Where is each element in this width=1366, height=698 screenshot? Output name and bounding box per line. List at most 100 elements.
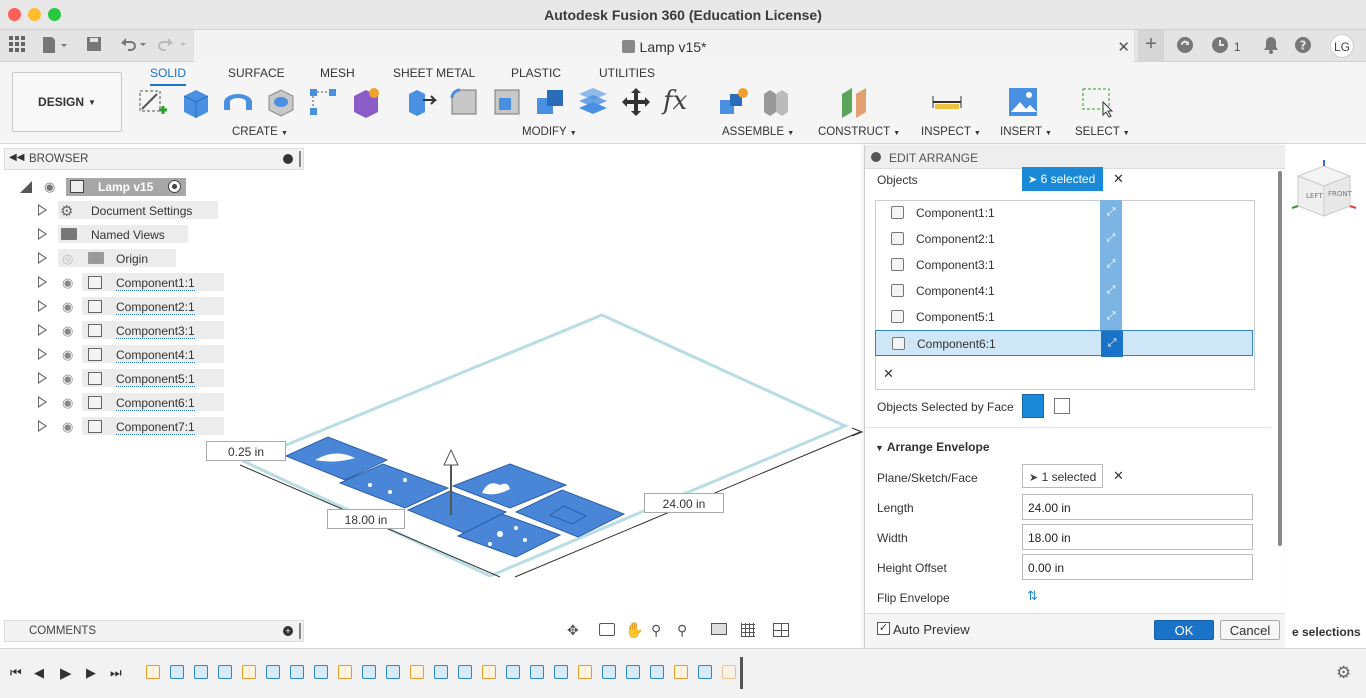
look-at-icon[interactable] <box>599 623 615 636</box>
browser-pin-icon[interactable] <box>299 151 301 167</box>
timeline-feature[interactable] <box>722 665 736 679</box>
modify-menu[interactable]: MODIFY ▼ <box>522 126 577 138</box>
timeline-marker[interactable] <box>740 657 743 689</box>
select-menu[interactable]: SELECT ▼ <box>1075 126 1130 138</box>
expand-icon[interactable] <box>38 396 47 408</box>
comments-bar[interactable]: COMMENTS + <box>4 620 304 642</box>
visibility-eye-icon[interactable]: ◉ <box>62 323 73 339</box>
expand-icon[interactable] <box>38 420 47 432</box>
offset-plane-icon[interactable] <box>840 86 872 118</box>
expand-icon[interactable] <box>38 204 47 216</box>
visibility-eye-icon[interactable]: ◉ <box>62 419 73 435</box>
timeline-feature[interactable] <box>674 665 688 679</box>
timeline-feature[interactable] <box>194 665 208 679</box>
timeline-feature[interactable] <box>626 665 640 679</box>
height-dimension-label[interactable]: 0.25 in <box>206 441 286 461</box>
display-settings-icon[interactable] <box>711 623 727 635</box>
zoom-icon[interactable]: ⚲ <box>651 622 661 639</box>
auto-preview-checkbox[interactable]: ✓ <box>877 622 890 635</box>
fillet-icon[interactable] <box>448 86 480 118</box>
collapse-triangle-icon[interactable] <box>20 181 32 193</box>
visibility-eye-icon[interactable]: ◉ <box>62 275 73 291</box>
shell-icon[interactable] <box>491 86 523 118</box>
workspace-switcher[interactable]: DESIGN ▼ <box>12 72 122 132</box>
by-face-off-button[interactable] <box>1054 398 1070 414</box>
step-forward-icon[interactable]: ▶ <box>86 665 96 681</box>
app-grid-icon[interactable] <box>8 36 26 56</box>
by-face-on-button[interactable] <box>1022 394 1044 418</box>
visibility-eye-icon[interactable]: ◉ <box>62 347 73 363</box>
height-offset-input[interactable]: 0.00 in <box>1022 554 1253 580</box>
measure-icon[interactable] <box>931 86 963 118</box>
timeline-feature[interactable] <box>482 665 496 679</box>
timeline-feature[interactable] <box>338 665 352 679</box>
cancel-button[interactable]: Cancel <box>1220 620 1280 640</box>
expand-icon[interactable] <box>38 324 47 336</box>
object-toggle-icon[interactable]: ⤢ <box>1100 200 1122 226</box>
file-menu-icon[interactable] <box>40 36 70 56</box>
timeline-settings-gear-icon[interactable]: ⚙ <box>1336 663 1351 683</box>
object-toggle-icon[interactable]: ⤢ <box>1100 278 1122 304</box>
create-menu[interactable]: CREATE ▼ <box>232 126 288 138</box>
browser-minimize-icon[interactable] <box>283 154 293 164</box>
arrange-envelope-section[interactable]: ▼ Arrange Envelope <box>875 440 990 454</box>
insert-menu[interactable]: INSERT ▼ <box>1000 126 1052 138</box>
visibility-eye-icon[interactable]: ◉ <box>44 179 55 195</box>
viewport-canvas[interactable] <box>200 300 870 600</box>
objects-selection-button[interactable]: ➤ 6 selected <box>1022 167 1103 191</box>
tab-solid[interactable]: SOLID <box>150 66 187 86</box>
object-row-component4[interactable]: Component4:1 ⤢ <box>875 278 1253 304</box>
timeline-feature[interactable] <box>602 665 616 679</box>
help-icon[interactable]: ? <box>1294 36 1312 56</box>
tab-utilities[interactable]: UTILITIES <box>599 66 655 80</box>
timeline-feature[interactable] <box>362 665 376 679</box>
object-toggle-icon[interactable]: ⤢ <box>1100 226 1122 252</box>
browser-item-origin[interactable]: ◎ Origin <box>38 249 238 269</box>
clear-objects-icon[interactable]: ✕ <box>1113 171 1124 187</box>
viewports-icon[interactable] <box>773 623 789 637</box>
tab-sheet-metal[interactable]: SHEET METAL <box>393 66 475 80</box>
tab-plastic[interactable]: PLASTIC <box>511 66 561 80</box>
timeline-feature[interactable] <box>458 665 472 679</box>
close-tab-icon[interactable]: ✕ <box>1117 38 1130 56</box>
notifications-icon[interactable] <box>1262 36 1280 56</box>
browser-root[interactable]: ◉ Lamp v15 <box>18 177 298 197</box>
tab-mesh[interactable]: MESH <box>320 66 355 80</box>
browser-item-document-settings[interactable]: ⚙ Document Settings <box>38 201 238 221</box>
orbit-icon[interactable]: ✥ <box>567 622 579 639</box>
dialog-collapse-icon[interactable] <box>871 152 881 162</box>
move-copy-icon[interactable] <box>620 86 652 118</box>
timeline-feature[interactable] <box>698 665 712 679</box>
object-row-component3[interactable]: Component3:1 ⤢ <box>875 252 1253 278</box>
pattern-icon[interactable] <box>307 86 339 118</box>
timeline-feature[interactable] <box>434 665 448 679</box>
clear-plane-icon[interactable]: ✕ <box>1113 468 1124 484</box>
expand-icon[interactable] <box>38 228 47 240</box>
timeline-feature[interactable] <box>218 665 232 679</box>
parameters-fx-icon[interactable]: fx <box>663 86 695 118</box>
object-row-component2[interactable]: Component2:1 ⤢ <box>875 226 1253 252</box>
hole-icon[interactable] <box>265 86 297 118</box>
object-row-component1[interactable]: Component1:1 ⤢ <box>875 200 1253 226</box>
object-toggle-icon[interactable]: ⤢ <box>1100 304 1122 330</box>
tab-surface[interactable]: SURFACE <box>228 66 285 80</box>
expand-icon[interactable] <box>38 348 47 360</box>
expand-icon[interactable] <box>38 276 47 288</box>
offset-face-icon[interactable] <box>577 86 609 118</box>
dialog-scrollbar[interactable] <box>1278 171 1282 546</box>
flip-envelope-icon[interactable]: ⇅ <box>1027 588 1038 604</box>
timeline-feature[interactable] <box>386 665 400 679</box>
timeline-feature[interactable] <box>170 665 184 679</box>
extensions-icon[interactable] <box>1176 36 1194 56</box>
timeline-feature[interactable] <box>650 665 664 679</box>
timeline-feature[interactable] <box>578 665 592 679</box>
browser-item-component1[interactable]: ◉ Component1:1 <box>38 273 238 293</box>
new-component-icon[interactable] <box>717 86 749 118</box>
redo-icon[interactable] <box>158 36 188 56</box>
save-icon[interactable] <box>86 36 102 56</box>
create-form-icon[interactable] <box>350 86 382 118</box>
collapse-browser-icon[interactable]: ◀◀ <box>9 152 24 163</box>
visibility-eye-icon[interactable]: ◉ <box>62 299 73 315</box>
object-toggle-icon[interactable]: ⤢ <box>1101 331 1123 357</box>
combine-icon[interactable] <box>534 86 566 118</box>
